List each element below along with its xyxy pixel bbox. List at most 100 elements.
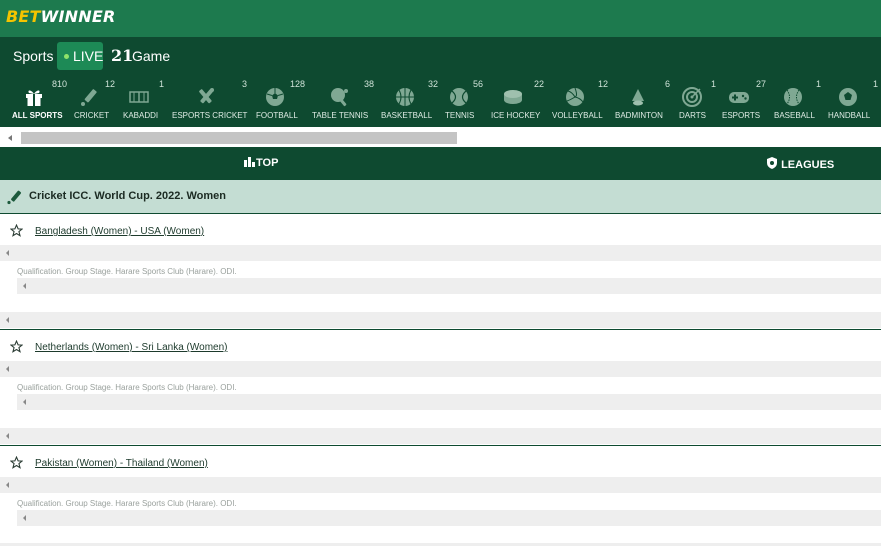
sport-label: TABLE TENNIS	[312, 111, 369, 120]
scroll-left-arrow-icon[interactable]	[6, 317, 9, 323]
favorite-star-icon[interactable]	[10, 340, 23, 353]
sport-ice-hockey[interactable]: 22 ICE HOCKEY	[491, 77, 544, 127]
gift-icon	[26, 90, 42, 106]
match-teams-link[interactable]: Bangladesh (Women) - USA (Women)	[35, 226, 204, 237]
sport-football[interactable]: 128 FOOTBALL	[256, 77, 305, 127]
sport-count: 1	[159, 79, 165, 89]
betwinner-logo[interactable]: BETWINNER	[6, 7, 115, 26]
match-info: Qualification. Group Stage. Harare Sport…	[17, 383, 237, 392]
logo-winner-text: WINNER	[40, 7, 116, 26]
nav-game-link[interactable]: Game	[132, 48, 170, 64]
volleyball-icon	[566, 87, 584, 106]
sport-count: 32	[428, 79, 439, 89]
sport-label: VOLLEYBALL	[552, 111, 603, 120]
dartboard-icon	[682, 87, 702, 107]
scroll-left-arrow-icon[interactable]	[6, 250, 9, 256]
sport-label: CRICKET	[74, 111, 110, 120]
gamepad-icon	[729, 92, 749, 103]
scroll-left-arrow-icon[interactable]	[8, 135, 12, 141]
tab-top-label: TOP	[256, 157, 279, 169]
sport-handball[interactable]: 1 HANDBALL	[828, 77, 879, 127]
sport-esports-cricket[interactable]: 3 ESPORTS CRICKET	[172, 77, 247, 127]
odds-scroll-strip[interactable]	[0, 477, 881, 493]
sport-count: 12	[105, 79, 116, 89]
view-tabs: TOP LEAGUES	[0, 147, 881, 180]
cricket-bat-icon	[7, 190, 22, 205]
sport-count: 27	[756, 79, 767, 89]
sport-count: 56	[473, 79, 484, 89]
sport-table-tennis[interactable]: 38 TABLE TENNIS	[312, 77, 374, 127]
sport-darts[interactable]: 1 DARTS	[679, 77, 716, 127]
basketball-icon	[396, 88, 414, 106]
sport-count: 22	[534, 79, 545, 89]
match-row: Pakistan (Women) - Thailand (Women) Qual…	[0, 446, 881, 546]
sport-count: 1	[873, 79, 879, 89]
match-teams-link[interactable]: Pakistan (Women) - Thailand (Women)	[35, 458, 208, 469]
match-info: Qualification. Group Stage. Harare Sport…	[17, 499, 237, 508]
odds-scroll-strip[interactable]	[0, 312, 881, 328]
sport-cricket[interactable]: 12 CRICKET	[74, 77, 115, 127]
scrollbar-thumb[interactable]	[21, 132, 457, 144]
odds-scroll-strip[interactable]	[17, 278, 881, 294]
twentyone-game-icon[interactable]: 21	[111, 46, 133, 65]
sport-label: TENNIS	[445, 111, 475, 120]
favorite-star-icon[interactable]	[10, 456, 23, 469]
scroll-left-arrow-icon[interactable]	[6, 366, 9, 372]
sport-label: KABADDI	[123, 111, 159, 120]
top-header: BETWINNER	[0, 0, 881, 37]
sport-label: BADMINTON	[615, 111, 663, 120]
tab-top[interactable]: TOP	[244, 157, 278, 169]
hockey-puck-icon	[504, 90, 522, 104]
sport-label: ESPORTS CRICKET	[172, 111, 248, 120]
logo-bet-text: BET	[6, 7, 41, 26]
scroll-left-arrow-icon[interactable]	[6, 433, 9, 439]
nav-sports-link[interactable]: Sports	[13, 48, 53, 64]
sport-basketball[interactable]: 32 BASKETBALL	[381, 77, 438, 127]
sport-kabaddi[interactable]: 1 KABADDI	[123, 77, 164, 127]
sport-baseball[interactable]: 1 BASEBALL	[774, 77, 821, 127]
sport-count: 1	[816, 79, 822, 89]
sport-label: ICE HOCKEY	[491, 111, 541, 120]
tab-leagues-label: LEAGUES	[781, 159, 835, 171]
sport-count: 810	[52, 79, 68, 89]
sport-count: 12	[598, 79, 609, 89]
tab-leagues[interactable]: LEAGUES	[766, 157, 834, 171]
odds-scroll-strip[interactable]	[0, 428, 881, 444]
sport-count: 38	[364, 79, 375, 89]
sport-label: BASKETBALL	[381, 111, 433, 120]
sport-tennis[interactable]: 56 TENNIS	[445, 77, 483, 127]
sport-badminton[interactable]: 6 BADMINTON	[615, 77, 670, 127]
football-icon	[266, 88, 284, 106]
league-header[interactable]: Cricket ICC. World Cup. 2022. Women	[0, 180, 881, 214]
odds-scroll-strip[interactable]	[0, 245, 881, 261]
nav-live-label: LIVE	[73, 48, 104, 64]
cricket-bat-icon	[81, 89, 97, 106]
scroll-left-arrow-icon[interactable]	[23, 283, 26, 289]
sport-label: ESPORTS	[722, 111, 761, 120]
kabaddi-icon	[129, 91, 149, 103]
tennis-ball-icon	[450, 88, 468, 106]
match-row: Bangladesh (Women) - USA (Women) Qualifi…	[0, 214, 881, 330]
nav-live-button[interactable]: LIVE	[57, 42, 103, 70]
odds-scroll-strip[interactable]	[17, 510, 881, 526]
handball-icon	[839, 88, 857, 106]
odds-scroll-strip[interactable]	[17, 394, 881, 410]
sport-esports[interactable]: 27 ESPORTS	[722, 77, 766, 127]
odds-scroll-strip[interactable]	[0, 361, 881, 377]
sport-label: ALL SPORTS	[12, 111, 63, 120]
favorite-star-icon[interactable]	[10, 224, 23, 237]
scroll-left-arrow-icon[interactable]	[23, 515, 26, 521]
table-tennis-icon	[331, 88, 348, 107]
sport-count: 3	[242, 79, 248, 89]
sport-all-sports[interactable]: 810 ALL SPORTS	[12, 77, 67, 127]
scroll-left-arrow-icon[interactable]	[23, 399, 26, 405]
sport-volleyball[interactable]: 12 VOLLEYBALL	[552, 77, 608, 127]
scroll-left-arrow-icon[interactable]	[6, 482, 9, 488]
live-dot-icon	[64, 54, 69, 59]
sport-label: HANDBALL	[828, 111, 871, 120]
esports-cricket-icon	[199, 88, 214, 104]
match-info: Qualification. Group Stage. Harare Sport…	[17, 267, 237, 276]
match-teams-link[interactable]: Netherlands (Women) - Sri Lanka (Women)	[35, 342, 227, 353]
sports-scrollbar[interactable]	[0, 129, 881, 147]
baseball-icon	[784, 88, 802, 106]
